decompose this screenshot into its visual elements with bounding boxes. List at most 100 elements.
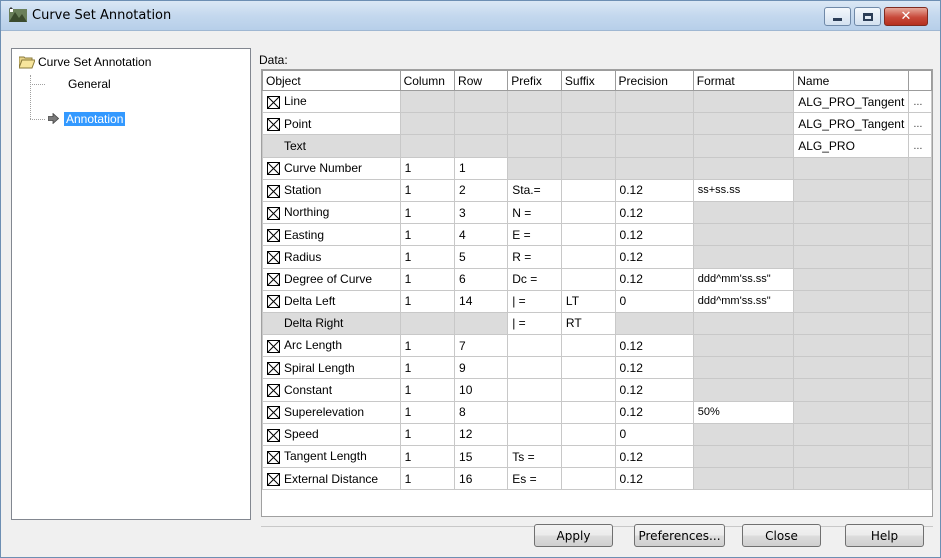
cell-suffix[interactable] [560, 200, 616, 225]
cell-suffix[interactable] [560, 267, 616, 291]
cell-precision[interactable]: 0.12 [614, 178, 694, 202]
cell-format[interactable] [692, 444, 795, 469]
table-row[interactable]: Superelevation 1 8 0.12 50% [262, 400, 932, 424]
cell-row[interactable]: 10 [454, 378, 509, 402]
cell-more[interactable] [908, 223, 932, 247]
cell-format[interactable]: 50% [692, 400, 795, 424]
table-row[interactable]: Point ALG_PRO_Tangent... [262, 112, 932, 136]
table-row[interactable]: Constant 1 10 0.12 [262, 378, 932, 402]
cell-prefix[interactable]: | = [507, 289, 562, 313]
cell-more[interactable] [908, 400, 932, 424]
cell-prefix[interactable]: R = [507, 245, 562, 269]
cell-suffix[interactable]: RT [560, 311, 616, 336]
cell-row[interactable]: 2 [454, 178, 509, 202]
cell-name[interactable]: ALG_PRO_Tangent [793, 89, 910, 114]
cell-format[interactable]: ss+ss.ss [692, 178, 795, 202]
cell-object[interactable]: Radius [262, 245, 401, 269]
cell-name[interactable] [793, 223, 910, 247]
cell-row[interactable]: 8 [454, 400, 509, 424]
cell-format[interactable] [692, 378, 795, 402]
cell-object[interactable]: Superelevation [262, 400, 401, 424]
cell-prefix[interactable] [507, 400, 562, 424]
cell-prefix[interactable]: Dc = [507, 267, 562, 291]
cell-column[interactable]: 1 [399, 178, 456, 202]
cell-column[interactable]: 1 [399, 223, 456, 247]
column-header-row[interactable]: Row [454, 70, 509, 91]
column-header-prefix[interactable]: Prefix [507, 70, 562, 91]
cell-object[interactable]: Curve Number [262, 156, 401, 180]
cell-format[interactable] [692, 422, 795, 447]
cell-name[interactable] [793, 156, 910, 180]
cell-column[interactable] [399, 134, 456, 158]
cell-name[interactable] [793, 245, 910, 269]
cell-row[interactable]: 12 [454, 422, 509, 447]
cell-precision[interactable] [614, 112, 694, 136]
cell-row[interactable]: 1 [454, 156, 509, 180]
cell-prefix[interactable] [507, 422, 562, 447]
cell-more[interactable] [908, 311, 932, 336]
cell-suffix[interactable] [560, 467, 616, 491]
checkbox-checked-icon[interactable] [267, 295, 280, 309]
column-header-suffix[interactable]: Suffix [560, 70, 616, 91]
cell-more[interactable] [908, 422, 932, 447]
cell-row[interactable]: 16 [454, 467, 509, 491]
cell-format[interactable] [692, 311, 795, 336]
cell-column[interactable]: 1 [399, 378, 456, 402]
cell-object[interactable]: Speed [262, 422, 401, 447]
table-row[interactable]: Spiral Length 1 9 0.12 [262, 356, 932, 380]
cell-prefix[interactable]: Ts = [507, 444, 562, 469]
cell-prefix[interactable] [507, 134, 562, 158]
cell-suffix[interactable] [560, 422, 616, 447]
cell-precision[interactable]: 0.12 [614, 200, 694, 225]
cell-precision[interactable]: 0.12 [614, 267, 694, 291]
help-button[interactable]: Help [845, 524, 924, 547]
cell-object[interactable]: Easting [262, 223, 401, 247]
cell-name[interactable]: ALG_PRO_Tangent [793, 112, 910, 136]
cell-object[interactable]: Northing [262, 200, 401, 225]
maximize-button[interactable] [854, 7, 881, 26]
cell-object[interactable]: Point [262, 112, 401, 136]
cell-prefix[interactable]: N = [507, 200, 562, 225]
cell-more[interactable] [908, 356, 932, 380]
cell-column[interactable] [399, 112, 456, 136]
cell-prefix[interactable]: | = [507, 311, 562, 336]
cell-more[interactable]: ... [908, 89, 932, 114]
checkbox-checked-icon[interactable] [267, 162, 280, 176]
cell-format[interactable] [692, 89, 795, 114]
cell-prefix[interactable]: E = [507, 223, 562, 247]
table-row[interactable]: Radius 1 5 R = 0.12 [262, 245, 932, 269]
cell-more[interactable] [908, 245, 932, 269]
cell-column[interactable]: 1 [399, 444, 456, 469]
cell-more[interactable] [908, 378, 932, 402]
cell-name[interactable] [793, 467, 910, 491]
data-grid[interactable]: Object Column Row Prefix Suffix Precisio… [261, 69, 933, 517]
cell-format[interactable] [692, 334, 795, 358]
checkbox-checked-icon[interactable] [267, 428, 280, 442]
cell-name[interactable] [793, 400, 910, 424]
close-window-button[interactable]: ✕ [884, 7, 928, 26]
cell-prefix[interactable] [507, 356, 562, 380]
cell-suffix[interactable] [560, 178, 616, 202]
preferences-button[interactable]: Preferences... [634, 524, 725, 547]
cell-format[interactable] [692, 356, 795, 380]
cell-precision[interactable]: 0 [614, 289, 694, 313]
cell-more[interactable] [908, 156, 932, 180]
cell-row[interactable]: 15 [454, 444, 509, 469]
cell-prefix[interactable] [507, 156, 562, 180]
cell-suffix[interactable] [560, 245, 616, 269]
cell-column[interactable]: 1 [399, 200, 456, 225]
checkbox-checked-icon[interactable] [267, 339, 280, 353]
minimize-button[interactable] [824, 7, 851, 26]
cell-object[interactable]: Constant [262, 378, 401, 402]
cell-more[interactable]: ... [908, 112, 932, 136]
cell-row[interactable] [454, 134, 509, 158]
table-row[interactable]: Speed 1 12 0 [262, 422, 932, 447]
cell-suffix[interactable] [560, 334, 616, 358]
cell-object[interactable]: Degree of Curve [262, 267, 401, 291]
cell-object[interactable]: Text [262, 134, 401, 158]
checkbox-checked-icon[interactable] [267, 472, 280, 486]
cell-more[interactable] [908, 334, 932, 358]
cell-column[interactable]: 1 [399, 400, 456, 424]
cell-column[interactable] [399, 311, 456, 336]
cell-column[interactable] [399, 89, 456, 114]
